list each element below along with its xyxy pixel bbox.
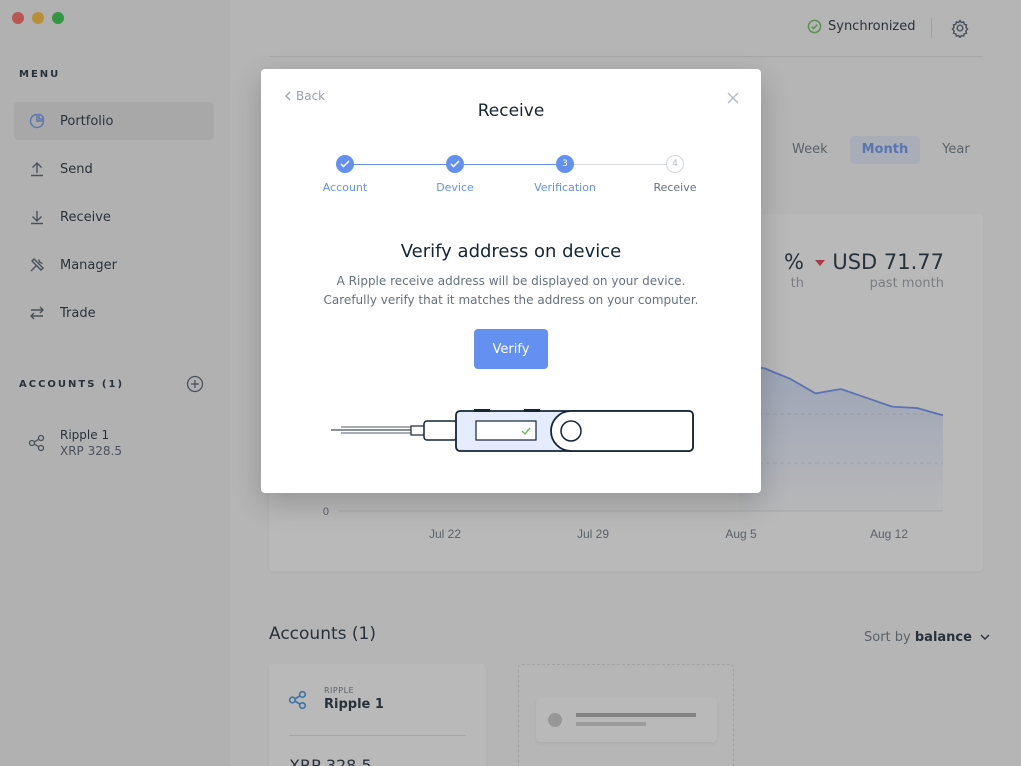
ledger-device-illustration <box>331 409 694 452</box>
chevron-left-icon <box>285 91 291 101</box>
step-receive-dot: 4 <box>666 155 684 173</box>
check-icon <box>340 160 350 168</box>
step-label-receive: Receive <box>653 181 697 194</box>
step-label-verification: Verification <box>534 181 596 194</box>
close-modal-button[interactable] <box>726 90 740 104</box>
step-device-dot <box>446 155 464 173</box>
modal-title: Receive <box>477 101 545 121</box>
step-connector <box>354 164 446 165</box>
verify-description: A Ripple receive address will be display… <box>261 272 761 310</box>
stepper: 3 4 Account Device Verification Receive <box>261 155 761 195</box>
verify-description-line-1: A Ripple receive address will be display… <box>336 274 686 288</box>
step-label-device: Device <box>436 181 474 194</box>
step-verification-dot: 3 <box>556 155 574 173</box>
step-connector <box>464 164 556 165</box>
receive-modal: Back Receive 3 4 Account Device Verifica… <box>261 69 761 493</box>
step-connector <box>574 164 666 165</box>
step-label-account: Account <box>322 181 368 194</box>
verify-heading: Verify address on device <box>400 241 622 262</box>
step-account-dot <box>336 155 354 173</box>
verify-button[interactable]: Verify <box>474 329 548 369</box>
verify-description-line-2: Carefully verify that it matches the add… <box>323 293 699 307</box>
check-icon <box>450 160 460 168</box>
close-icon <box>727 92 739 104</box>
